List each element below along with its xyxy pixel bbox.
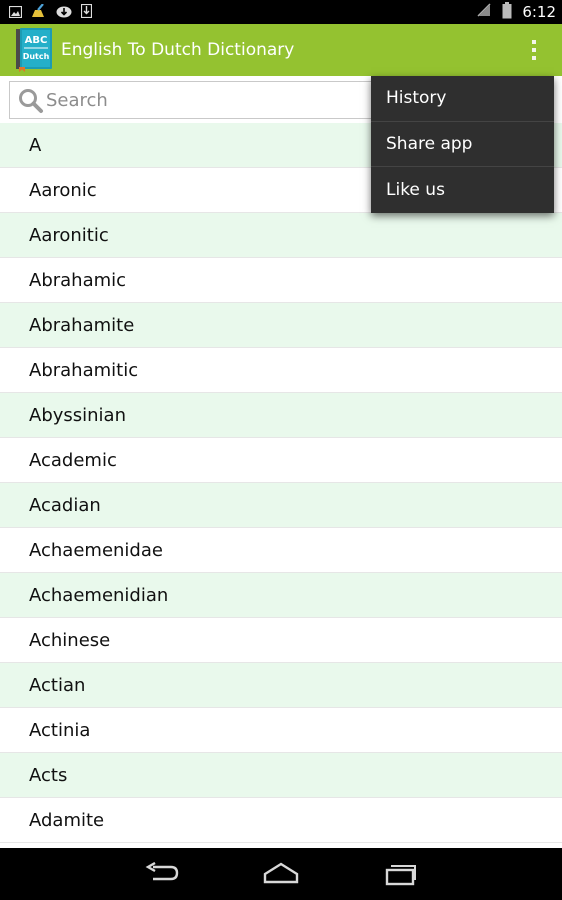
list-item[interactable]: Actian xyxy=(0,663,562,708)
app-title: English To Dutch Dictionary xyxy=(61,40,295,60)
logo-bottom-text: Dutch xyxy=(23,52,50,61)
action-bar: ABC Dutch English To Dutch Dictionary xyxy=(0,24,562,76)
app-logo[interactable]: ABC Dutch xyxy=(16,27,54,72)
list-item[interactable]: Adamite xyxy=(0,798,562,843)
no-signal-icon xyxy=(476,2,492,22)
recent-apps-icon[interactable] xyxy=(385,862,417,890)
logo-top-text: ABC xyxy=(25,35,48,46)
list-item[interactable]: Abrahamite xyxy=(0,303,562,348)
word-list: A Aaronic Aaronitic Abrahamic Abrahamite Abra… xyxy=(0,123,562,843)
navigation-bar xyxy=(0,848,562,900)
cleaner-icon xyxy=(31,2,47,22)
list-item[interactable]: Acadian xyxy=(0,483,562,528)
clock: 6:12 xyxy=(522,3,556,21)
list-item[interactable]: Achaemenidian xyxy=(0,573,562,618)
home-icon[interactable] xyxy=(263,862,299,888)
screen: 6:12 ABC Dutch English To Dutch Dictiona… xyxy=(0,0,562,900)
menu-item-history[interactable]: History xyxy=(371,76,554,122)
download-cloud-icon xyxy=(56,3,72,22)
list-item[interactable]: Abrahamitic xyxy=(0,348,562,393)
list-item[interactable]: Actinia xyxy=(0,708,562,753)
list-item[interactable]: Aaronitic xyxy=(0,213,562,258)
search-icon xyxy=(18,88,44,118)
menu-item-share-app[interactable]: Share app xyxy=(371,122,554,168)
overflow-menu-icon[interactable] xyxy=(524,38,544,62)
back-icon[interactable] xyxy=(145,861,179,888)
list-item[interactable]: Achaemenidae xyxy=(0,528,562,573)
gallery-icon xyxy=(8,3,23,22)
list-item[interactable]: Acts xyxy=(0,753,562,798)
battery-icon xyxy=(502,1,512,23)
search-input[interactable] xyxy=(46,84,366,116)
download-icon xyxy=(80,3,93,22)
list-item[interactable]: Abyssinian xyxy=(0,393,562,438)
menu-item-like-us[interactable]: Like us xyxy=(371,167,554,213)
overflow-menu: History Share app Like us xyxy=(371,76,554,213)
list-item[interactable]: Academic xyxy=(0,438,562,483)
status-bar: 6:12 xyxy=(0,0,562,24)
list-item[interactable]: Abrahamic xyxy=(0,258,562,303)
list-item[interactable]: Achinese xyxy=(0,618,562,663)
